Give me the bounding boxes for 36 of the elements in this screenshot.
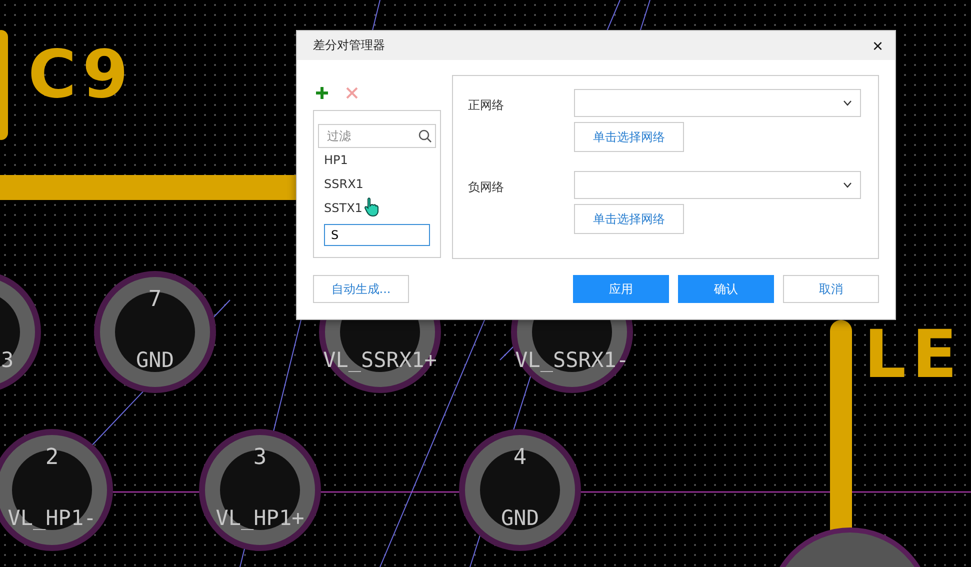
net-label: VL_SSRX1- [514, 348, 630, 372]
filter-field[interactable]: 过滤 [318, 124, 436, 148]
net-label: GND [135, 348, 175, 372]
caret-icon [843, 182, 852, 188]
field-label: 正网络 [468, 97, 505, 114]
field-label: 负网络 [468, 179, 505, 196]
list-item[interactable]: HP1 [318, 148, 436, 172]
select-net-button[interactable]: 单击选择网络 [574, 204, 684, 234]
dialog-title: 差分对管理器 [313, 37, 385, 54]
dialog-button[interactable]: 确认 [678, 275, 774, 303]
net-label: VL_HP1- [6, 506, 98, 530]
silkscreen-text: C9 [28, 42, 134, 108]
net-label: VL_SSRX1+ [322, 348, 438, 372]
delete-icon[interactable] [346, 87, 358, 99]
auto-generate-button[interactable]: 自动生成... [313, 275, 409, 303]
net-dropdown[interactable] [574, 89, 861, 117]
hand-cursor-icon [364, 197, 380, 217]
dialog-button[interactable]: 应用 [573, 275, 669, 303]
pad-number: 7 [147, 287, 163, 312]
list-item[interactable]: SSRX1 [318, 172, 436, 196]
caret-icon [843, 100, 852, 106]
net-label: VL_HP1+ [214, 506, 306, 530]
search-icon [418, 129, 432, 143]
select-net-button[interactable]: 单击选择网络 [574, 122, 684, 152]
name-input-field[interactable]: S [324, 224, 430, 246]
net-label: 3 [1, 348, 14, 372]
net-label: GND [500, 506, 540, 530]
net-dropdown[interactable] [574, 171, 861, 199]
pad-number: 2 [44, 445, 60, 470]
add-icon[interactable] [315, 86, 329, 100]
list-item[interactable]: SSTX1 [318, 196, 436, 220]
close-button[interactable]: × [868, 36, 887, 54]
dialog-button[interactable]: 取消 [783, 275, 879, 303]
silkscreen-text: LE [864, 322, 964, 388]
pad-number: 3 [252, 445, 268, 470]
pad-number: 4 [512, 445, 528, 470]
